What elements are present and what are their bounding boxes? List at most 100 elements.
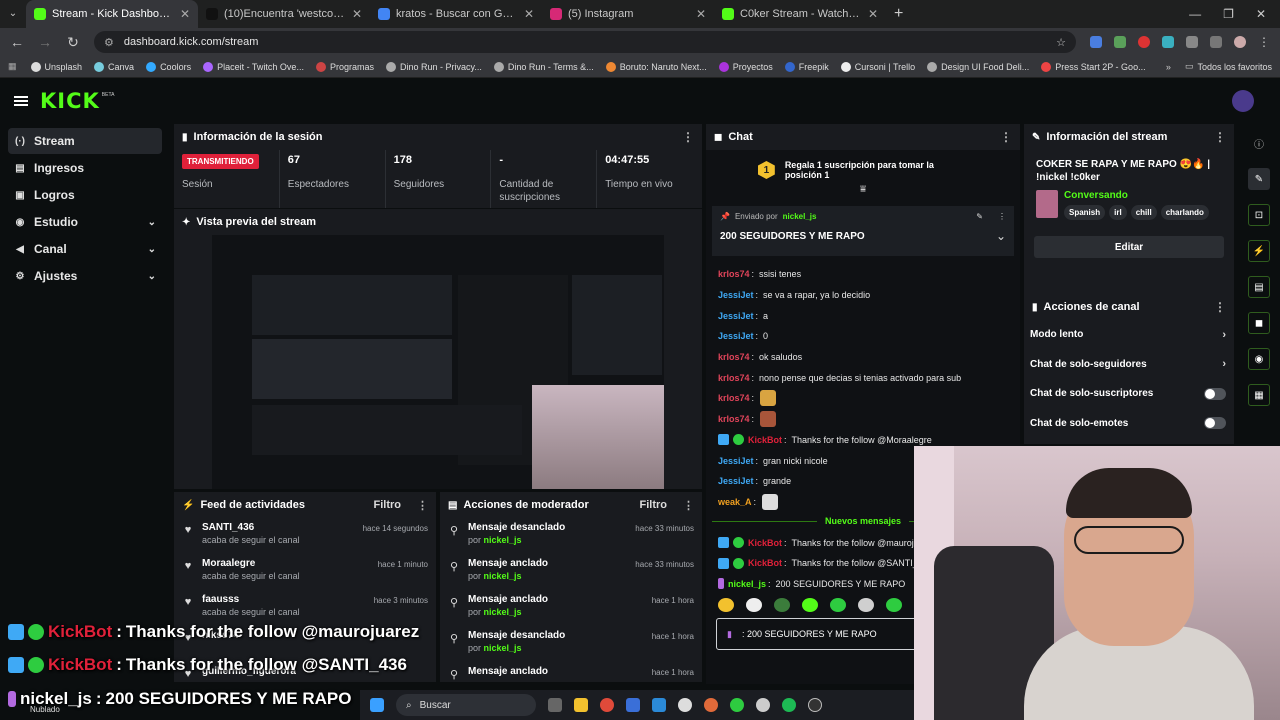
emote-icon[interactable] — [830, 598, 846, 613]
mod-user[interactable]: nickel_js — [484, 607, 522, 617]
bookmark-item[interactable]: Dino Run - Terms &... — [493, 61, 594, 72]
more-options-icon[interactable]: ⋮ — [1000, 130, 1012, 144]
tab-close-icon[interactable]: ✕ — [352, 7, 362, 21]
stream-tag[interactable]: Spanish — [1064, 205, 1106, 220]
mod-action-item[interactable]: ⚲ Mensaje desanclado por nickel_js hace 33 … — [440, 518, 702, 554]
channel-action-row[interactable]: Chat de solo-seguidores › — [1024, 350, 1234, 380]
chat-username[interactable]: JessiJet — [718, 310, 754, 322]
channel-action-row[interactable]: Chat de solo-suscriptores — [1024, 379, 1234, 409]
obs-icon[interactable] — [808, 698, 822, 712]
extension-icon[interactable] — [1114, 36, 1126, 48]
app-icon[interactable] — [704, 698, 718, 712]
unpin-icon[interactable]: ✎ — [976, 212, 983, 221]
vscode-icon[interactable] — [652, 698, 666, 712]
sidebar-item-canal[interactable]: ◀ Canal ⌄ — [8, 236, 162, 262]
chat-username[interactable]: krlos74 — [718, 351, 750, 363]
maximize-button[interactable]: ❐ — [1223, 7, 1234, 21]
mod-action-item[interactable]: ⚲ Mensaje desanclado por nickel_js hace 1 h… — [440, 626, 702, 662]
toggle-switch[interactable] — [1204, 417, 1226, 430]
chat-bubble-icon[interactable]: ◼ — [1248, 312, 1270, 334]
mod-user[interactable]: nickel_js — [484, 535, 522, 545]
openai-icon[interactable] — [756, 698, 770, 712]
chat-message[interactable]: krlos74: — [718, 388, 1008, 409]
bookmark-item[interactable]: Cursoni | Trello — [840, 61, 915, 72]
hamburger-menu-icon[interactable] — [14, 96, 28, 106]
mod-user[interactable]: nickel_js — [484, 643, 522, 653]
tab-close-icon[interactable]: ✕ — [524, 7, 534, 21]
sidebar-item-logros[interactable]: ▣ Logros — [8, 182, 162, 208]
task-view-icon[interactable] — [548, 698, 562, 712]
feed-filter-button[interactable]: Filtro — [374, 499, 402, 511]
chevron-down-icon[interactable]: ⌄ — [148, 217, 156, 228]
chevron-down-icon[interactable]: ⌄ — [148, 271, 156, 282]
chat-username[interactable]: krlos74 — [718, 392, 750, 404]
bookmark-item[interactable]: Proyectos — [718, 61, 773, 72]
stream-tag[interactable]: chill — [1130, 205, 1157, 220]
chevron-down-icon[interactable]: ⌄ — [148, 244, 156, 255]
layout-icon[interactable]: ▦ — [1248, 384, 1270, 406]
tab-close-icon[interactable]: ✕ — [696, 7, 706, 21]
kick-logo[interactable]: KICK — [40, 89, 100, 113]
info-icon[interactable]: ⓘ — [1248, 132, 1270, 154]
browser-tab[interactable]: (10)Encuentra 'westcol mejores ✕ — [198, 0, 370, 28]
more-options-icon[interactable]: ⋮ — [417, 499, 428, 512]
chat-message[interactable]: krlos74: ssisi tenes — [718, 264, 1008, 285]
emote-icon[interactable] — [858, 598, 874, 613]
emote-icon[interactable] — [746, 598, 762, 613]
bookmark-star-icon[interactable]: ☆ — [1056, 36, 1066, 49]
file-explorer-icon[interactable] — [574, 698, 588, 712]
chat-username[interactable]: JessiJet — [718, 455, 754, 467]
close-window-button[interactable]: ✕ — [1256, 7, 1266, 21]
chat-username[interactable]: JessiJet — [718, 289, 754, 301]
bookmark-item[interactable]: Unsplash — [30, 61, 82, 72]
reload-icon[interactable]: ↻ — [66, 34, 80, 51]
chrome-icon[interactable] — [600, 698, 614, 712]
taskbar-search[interactable]: ⌕ Buscar — [396, 694, 536, 716]
edit-stream-button[interactable]: Editar — [1034, 236, 1224, 258]
extension-icon[interactable] — [1162, 36, 1174, 48]
profile-avatar[interactable] — [1234, 36, 1246, 48]
sidebar-item-stream[interactable]: (·) Stream — [8, 128, 162, 154]
bookmark-item[interactable]: Placeit - Twitch Ove... — [203, 61, 304, 72]
chat-username[interactable]: KickBot — [748, 537, 782, 549]
edit-icon[interactable]: ✎ — [1248, 168, 1270, 190]
feed-item[interactable]: ♥ Moraalegre acaba de seguir el canal hace … — [174, 554, 436, 590]
category-name[interactable]: Conversando — [1064, 190, 1209, 201]
collapse-icon[interactable]: ⩸ — [706, 184, 1020, 195]
more-options-icon[interactable]: ⋮ — [683, 499, 694, 512]
mod-action-item[interactable]: ⚲ Mensaje anclado por nickel_js hace 33 min… — [440, 554, 702, 590]
more-options-icon[interactable]: ⋮ — [998, 212, 1006, 221]
apps-grid-icon[interactable]: ▦ — [8, 61, 17, 72]
windows-start-icon[interactable] — [370, 698, 384, 712]
record-extension-icon[interactable] — [1138, 36, 1150, 48]
chat-username[interactable]: krlos74 — [718, 413, 750, 425]
sidebar-item-estudio[interactable]: ◉ Estudio ⌄ — [8, 209, 162, 235]
stream-tag[interactable]: irl — [1109, 205, 1127, 220]
bookmark-item[interactable]: Canva — [94, 61, 134, 72]
chevron-right-icon[interactable]: › — [1222, 329, 1226, 341]
mod-user[interactable]: nickel_js — [484, 571, 522, 581]
all-bookmarks[interactable]: ▭ Todos los favoritos — [1185, 61, 1272, 72]
emote-icon[interactable] — [718, 598, 734, 613]
emote-icon[interactable] — [802, 598, 818, 613]
bookmark-item[interactable]: Design UI Food Deli... — [927, 61, 1029, 72]
more-menu-icon[interactable]: ⋮ — [1258, 36, 1270, 48]
new-tab-button[interactable]: + — [886, 0, 911, 28]
chat-username[interactable]: JessiJet — [718, 475, 754, 487]
tab-close-icon[interactable]: ✕ — [180, 7, 190, 21]
puzzle-icon[interactable] — [1186, 36, 1198, 48]
chat-username[interactable]: krlos74 — [718, 268, 750, 280]
browser-tab[interactable]: kratos - Buscar con Google ✕ — [370, 0, 542, 28]
translate-extension-icon[interactable] — [1090, 36, 1102, 48]
bookmark-item[interactable]: Press Start 2P - Goo... — [1041, 61, 1146, 72]
browser-tab[interactable]: (5) Instagram ✕ — [542, 0, 714, 28]
clipboard-icon[interactable]: ▤ — [1248, 276, 1270, 298]
forward-icon[interactable]: → — [38, 34, 52, 50]
channel-action-row[interactable]: Modo lento › — [1024, 320, 1234, 350]
spotify-icon[interactable] — [782, 698, 796, 712]
pinned-user[interactable]: nickel_js — [783, 212, 817, 221]
app-icon[interactable] — [626, 698, 640, 712]
site-info-icon[interactable]: ⚙ — [104, 36, 114, 49]
bookmark-item[interactable]: Coolors — [146, 61, 191, 72]
more-options-icon[interactable]: ⋮ — [1214, 300, 1226, 314]
